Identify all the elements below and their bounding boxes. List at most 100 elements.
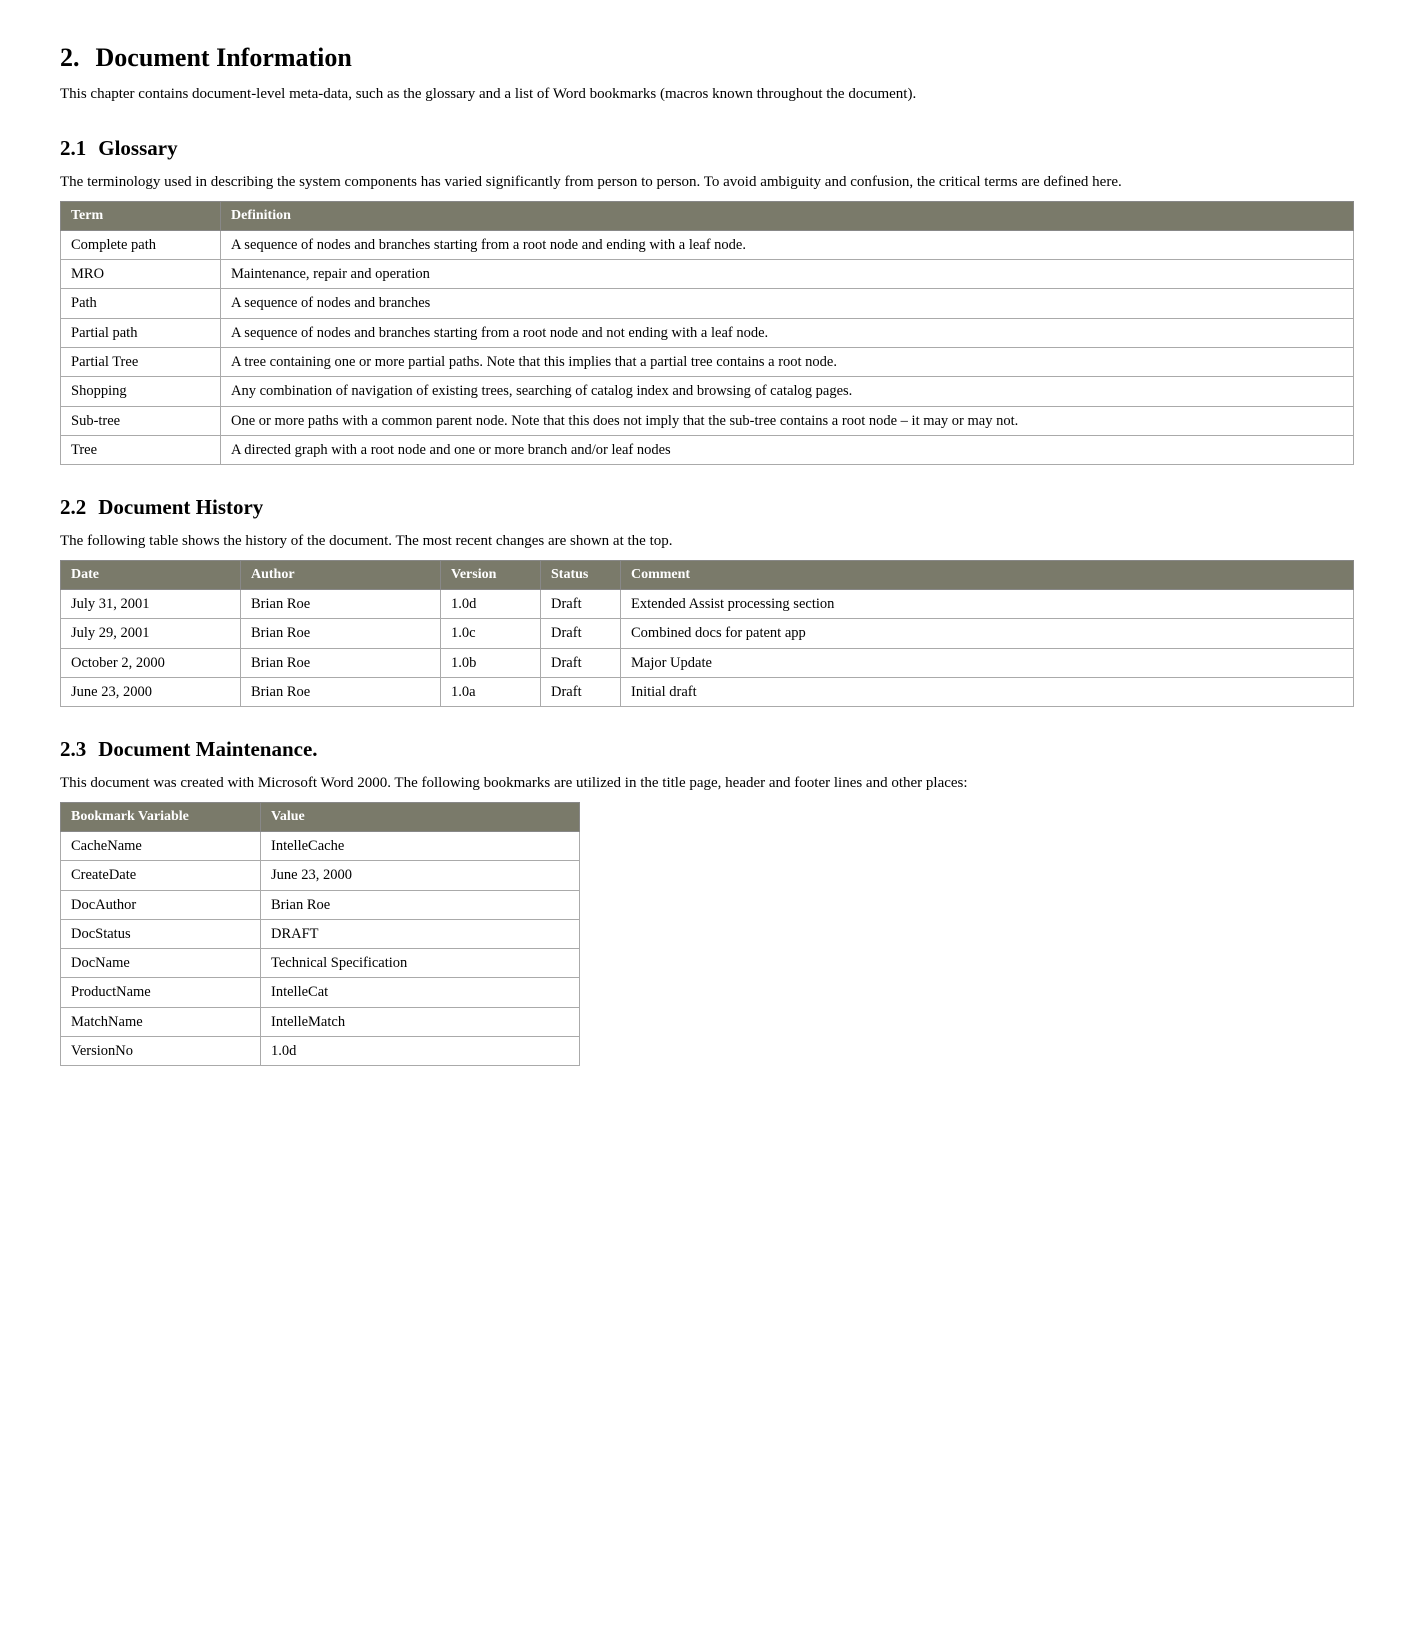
section-21-title-text: Glossary [98,134,177,163]
history-table: Date Author Version Status Comment July … [60,560,1354,707]
glossary-row: Sub-tree One or more paths with a common… [61,406,1354,435]
history-comment: Extended Assist processing section [621,589,1354,618]
bookmark-row: CreateDate June 23, 2000 [61,861,580,890]
bookmark-variable: CreateDate [61,861,261,890]
bookmark-value: DRAFT [261,919,580,948]
glossary-term: Tree [61,435,221,464]
history-author: Brian Roe [241,677,441,706]
history-date: July 29, 2001 [61,619,241,648]
history-row: July 29, 2001 Brian Roe 1.0c Draft Combi… [61,619,1354,648]
history-row: June 23, 2000 Brian Roe 1.0a Draft Initi… [61,677,1354,706]
glossary-col-definition: Definition [221,202,1354,231]
history-date: October 2, 2000 [61,648,241,677]
history-date: July 31, 2001 [61,589,241,618]
section-22: 2.2 Document History The following table… [60,493,1354,707]
bookmark-row: DocName Technical Specification [61,949,580,978]
bookmark-variable: VersionNo [61,1036,261,1065]
history-col-date: Date [61,561,241,590]
history-status: Draft [541,648,621,677]
bookmark-variable: DocAuthor [61,890,261,919]
bookmark-row: ProductName IntelleCat [61,978,580,1007]
bookmark-table: Bookmark Variable Value CacheName Intell… [60,802,580,1066]
history-version: 1.0a [441,677,541,706]
history-date: June 23, 2000 [61,677,241,706]
glossary-term: Partial path [61,318,221,347]
bookmark-value: Technical Specification [261,949,580,978]
glossary-definition: A sequence of nodes and branches [221,289,1354,318]
glossary-term: Shopping [61,377,221,406]
section-23-title-text: Document Maintenance. [98,735,317,764]
history-status: Draft [541,677,621,706]
glossary-term: Path [61,289,221,318]
bookmark-row: DocAuthor Brian Roe [61,890,580,919]
history-author: Brian Roe [241,648,441,677]
history-col-comment: Comment [621,561,1354,590]
glossary-definition: A sequence of nodes and branches startin… [221,318,1354,347]
section-21-number: 2.1 [60,134,86,163]
bookmark-value: Brian Roe [261,890,580,919]
history-comment: Major Update [621,648,1354,677]
history-status: Draft [541,619,621,648]
history-author: Brian Roe [241,619,441,648]
chapter-number: 2. [60,40,80,76]
history-version: 1.0c [441,619,541,648]
chapter-header: 2. Document Information This chapter con… [60,40,1354,106]
history-row: July 31, 2001 Brian Roe 1.0d Draft Exten… [61,589,1354,618]
history-status: Draft [541,589,621,618]
glossary-term: MRO [61,260,221,289]
section-23-title: 2.3 Document Maintenance. [60,735,1354,764]
history-version: 1.0d [441,589,541,618]
section-22-intro: The following table shows the history of… [60,531,1354,553]
section-23: 2.3 Document Maintenance. This document … [60,735,1354,1066]
glossary-table: Term Definition Complete path A sequence… [60,201,1354,465]
bookmark-row: VersionNo 1.0d [61,1036,580,1065]
section-22-number: 2.2 [60,493,86,522]
bookmark-value: 1.0d [261,1036,580,1065]
bookmark-value: IntelleCache [261,831,580,860]
bookmark-variable: CacheName [61,831,261,860]
bookmark-variable: DocName [61,949,261,978]
bookmark-header-row: Bookmark Variable Value [61,803,580,832]
bookmark-value: IntelleCat [261,978,580,1007]
glossary-row: Tree A directed graph with a root node a… [61,435,1354,464]
bookmark-value: IntelleMatch [261,1007,580,1036]
glossary-definition: Any combination of navigation of existin… [221,377,1354,406]
bookmark-col-value: Value [261,803,580,832]
glossary-term: Partial Tree [61,348,221,377]
glossary-row: Partial Tree A tree containing one or mo… [61,348,1354,377]
glossary-term: Sub-tree [61,406,221,435]
glossary-row: MRO Maintenance, repair and operation [61,260,1354,289]
bookmark-row: CacheName IntelleCache [61,831,580,860]
history-comment: Initial draft [621,677,1354,706]
glossary-row: Path A sequence of nodes and branches [61,289,1354,318]
history-col-author: Author [241,561,441,590]
history-author: Brian Roe [241,589,441,618]
bookmark-row: DocStatus DRAFT [61,919,580,948]
bookmark-value: June 23, 2000 [261,861,580,890]
glossary-row: Complete path A sequence of nodes and br… [61,230,1354,259]
history-header-row: Date Author Version Status Comment [61,561,1354,590]
history-comment: Combined docs for patent app [621,619,1354,648]
glossary-col-term: Term [61,202,221,231]
chapter-title: 2. Document Information [60,40,1354,76]
bookmark-variable: MatchName [61,1007,261,1036]
glossary-definition: A directed graph with a root node and on… [221,435,1354,464]
glossary-definition: A sequence of nodes and branches startin… [221,230,1354,259]
history-col-status: Status [541,561,621,590]
section-22-title-text: Document History [98,493,263,522]
section-23-number: 2.3 [60,735,86,764]
bookmark-col-variable: Bookmark Variable [61,803,261,832]
section-23-intro: This document was created with Microsoft… [60,773,1354,795]
section-21: 2.1 Glossary The terminology used in des… [60,134,1354,465]
section-22-title: 2.2 Document History [60,493,1354,522]
history-col-version: Version [441,561,541,590]
history-row: October 2, 2000 Brian Roe 1.0b Draft Maj… [61,648,1354,677]
glossary-row: Shopping Any combination of navigation o… [61,377,1354,406]
glossary-definition: One or more paths with a common parent n… [221,406,1354,435]
glossary-row: Partial path A sequence of nodes and bra… [61,318,1354,347]
glossary-definition: A tree containing one or more partial pa… [221,348,1354,377]
section-21-intro: The terminology used in describing the s… [60,172,1354,194]
chapter-intro: This chapter contains document-level met… [60,84,1354,106]
section-21-title: 2.1 Glossary [60,134,1354,163]
glossary-definition: Maintenance, repair and operation [221,260,1354,289]
